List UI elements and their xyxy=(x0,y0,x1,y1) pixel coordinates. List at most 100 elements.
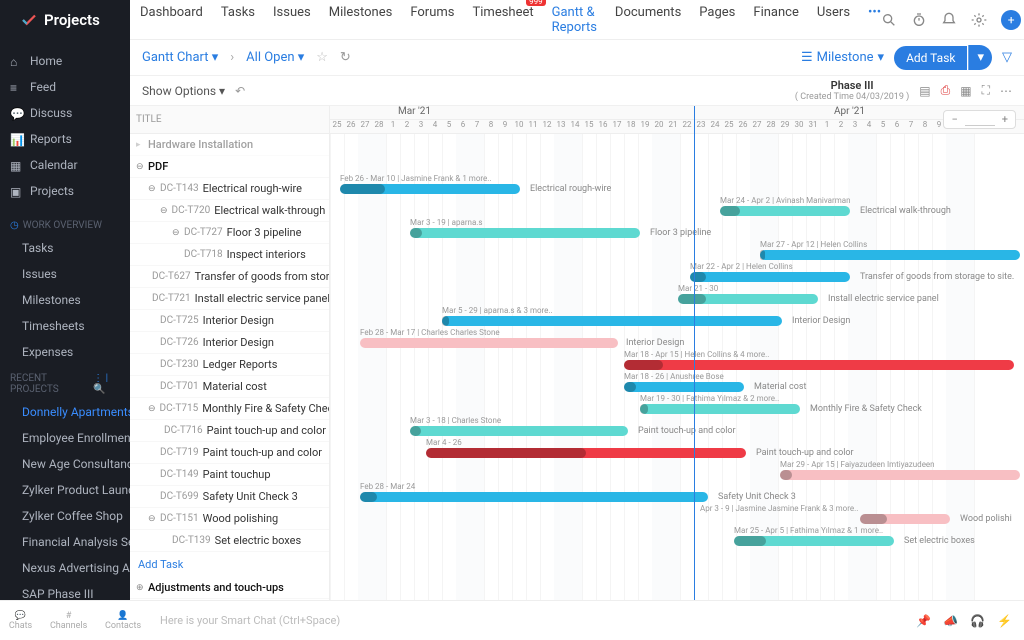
task-row[interactable]: DC-T627Transfer of goods from storage to xyxy=(130,266,329,288)
nav-documents[interactable]: Documents xyxy=(615,5,681,35)
recent-project[interactable]: Nexus Advertising Agen xyxy=(0,555,130,581)
recent-project[interactable]: Financial Analysis Secon xyxy=(0,529,130,555)
gantt-bar[interactable] xyxy=(734,536,894,546)
zoom-in-icon[interactable]: + xyxy=(999,113,1011,126)
task-row[interactable]: DC-T721Install electric service panel xyxy=(130,288,329,310)
task-row[interactable]: ▸Hardware Installation xyxy=(130,134,329,156)
gantt-bar[interactable] xyxy=(780,470,1020,480)
nav-dashboard[interactable]: Dashboard xyxy=(140,5,203,35)
nav-users[interactable]: Users xyxy=(817,5,850,35)
nav-issues[interactable]: Issues xyxy=(273,5,311,35)
task-row[interactable]: DC-T139Set electric boxes xyxy=(130,530,329,552)
task-row[interactable]: ⊖DC-T715Monthly Fire & Safety Check xyxy=(130,398,329,420)
task-row[interactable]: DC-T719Paint touch-up and color xyxy=(130,442,329,464)
recent-project[interactable]: SAP Phase III xyxy=(0,581,130,600)
task-row[interactable]: ⊖PDF xyxy=(130,156,329,178)
nav-tasks[interactable]: Tasks xyxy=(221,5,255,35)
view-select[interactable]: Gantt Chart ▾ xyxy=(142,50,218,65)
headset-icon[interactable]: 🎧 xyxy=(970,614,985,628)
gantt-bar[interactable] xyxy=(624,360,1014,370)
gantt-bar[interactable] xyxy=(720,206,850,216)
task-row[interactable]: ⊖DC-T727Floor 3 pipeline xyxy=(130,222,329,244)
nav-more[interactable]: ••• xyxy=(868,5,881,35)
task-row[interactable]: DC-T230Ledger Reports xyxy=(130,354,329,376)
gantt-bar[interactable] xyxy=(640,404,800,414)
fullscreen-icon[interactable]: ⛶ xyxy=(982,83,990,98)
recent-project[interactable]: New Age Consultancy xyxy=(0,451,130,477)
bottom-tab-contacts[interactable]: 👤Contacts xyxy=(105,611,141,631)
task-row[interactable]: ⊖DC-T720Electrical walk-through xyxy=(130,200,329,222)
app-logo[interactable]: Projects xyxy=(20,11,100,29)
add-task-button[interactable]: Add Task xyxy=(894,46,967,70)
gantt-bar[interactable] xyxy=(442,316,782,326)
view-bars-icon[interactable]: ▤ xyxy=(919,84,930,98)
zoom-control[interactable]: − + xyxy=(943,110,1016,129)
task-row[interactable]: ⊖DC-T151Wood polishing xyxy=(130,508,329,530)
quick-add-button[interactable]: + xyxy=(1001,10,1021,30)
gantt-bar[interactable] xyxy=(410,426,628,436)
add-task-dropdown[interactable]: ▾ xyxy=(968,45,992,70)
gantt-bar[interactable] xyxy=(678,294,818,304)
star-icon[interactable]: ☆ xyxy=(316,50,328,65)
announce-icon[interactable]: 📣 xyxy=(943,614,958,628)
gantt-bar[interactable] xyxy=(690,272,850,282)
bolt-icon[interactable]: ⚡ xyxy=(997,614,1012,628)
nav-gantt-reports[interactable]: Gantt & Reports xyxy=(552,5,597,35)
sidebar-reports[interactable]: 📊Reports xyxy=(0,126,130,152)
sidebar-projects[interactable]: ▣Projects xyxy=(0,178,130,204)
gantt-bar[interactable] xyxy=(624,382,744,392)
sidebar-timesheets[interactable]: Timesheets xyxy=(0,313,130,339)
smart-chat-input[interactable]: Here is your Smart Chat (Ctrl+Space) xyxy=(150,614,916,627)
export-pdf-icon[interactable]: ⎙ xyxy=(941,83,951,98)
gantt-bar[interactable] xyxy=(410,228,640,238)
bottom-tab-channels[interactable]: #Channels xyxy=(50,611,87,631)
nav-finance[interactable]: Finance xyxy=(753,5,798,35)
search-icon[interactable] xyxy=(881,12,897,28)
sidebar-milestones[interactable]: Milestones xyxy=(0,287,130,313)
task-row[interactable]: DC-T699Safety Unit Check 3 xyxy=(130,486,329,508)
task-row[interactable]: DC-T149Paint touchup xyxy=(130,464,329,486)
task-row[interactable]: DC-T725Interior Design xyxy=(130,310,329,332)
filter-select[interactable]: All Open ▾ xyxy=(246,50,304,65)
nav-milestones[interactable]: Milestones xyxy=(329,5,393,35)
nav-pages[interactable]: Pages xyxy=(699,5,735,35)
refresh-icon[interactable]: ↻ xyxy=(340,50,351,65)
hamburger-icon[interactable] xyxy=(8,10,12,30)
add-task-link[interactable]: Add Task xyxy=(130,552,329,577)
bell-icon[interactable] xyxy=(941,12,957,28)
recent-project[interactable]: Zylker Coffee Shop xyxy=(0,503,130,529)
sidebar-tasks[interactable]: Tasks xyxy=(0,235,130,261)
sidebar-calendar[interactable]: ▦Calendar xyxy=(0,152,130,178)
gantt-bar[interactable] xyxy=(360,338,618,348)
gantt-chart[interactable]: Mar '21Apr '21 2526272812345678910111213… xyxy=(330,106,1024,600)
recent-project[interactable]: Zylker Product Launch xyxy=(0,477,130,503)
bottom-tab-chats[interactable]: 💬Chats xyxy=(9,611,32,631)
sidebar-issues[interactable]: Issues xyxy=(0,261,130,287)
task-row[interactable]: DC-T726Interior Design xyxy=(130,332,329,354)
zoom-out-icon[interactable]: − xyxy=(948,113,960,126)
calendar-icon[interactable]: ▦ xyxy=(960,84,971,98)
gantt-bar[interactable] xyxy=(360,492,708,502)
sidebar-feed[interactable]: ≡Feed xyxy=(0,74,130,100)
nav-timesheet[interactable]: Timesheet999 xyxy=(473,5,534,35)
task-row[interactable]: DC-T716Paint touch-up and color xyxy=(130,420,329,442)
more-icon[interactable]: ⋯ xyxy=(1000,84,1012,98)
sidebar-expenses[interactable]: Expenses xyxy=(0,339,130,365)
gantt-bar[interactable] xyxy=(340,184,520,194)
gantt-bar[interactable] xyxy=(426,448,746,458)
show-options-toggle[interactable]: Show Options ▾ xyxy=(142,84,225,98)
task-row[interactable]: ⊖DC-T143Electrical rough-wire xyxy=(130,178,329,200)
settings-icon[interactable] xyxy=(971,12,987,28)
gantt-bar[interactable] xyxy=(860,514,950,524)
filter-icon[interactable]: ▽ xyxy=(1002,50,1012,65)
sidebar-home[interactable]: ⌂Home xyxy=(0,48,130,74)
recent-project[interactable]: Employee Enrollment xyxy=(0,425,130,451)
undo-icon[interactable]: ↶ xyxy=(235,84,245,98)
pin-icon[interactable]: 📌 xyxy=(916,614,931,628)
nav-forums[interactable]: Forums xyxy=(410,5,454,35)
task-row[interactable]: DC-T718Inspect interiors xyxy=(130,244,329,266)
timer-icon[interactable] xyxy=(911,12,927,28)
recent-project[interactable]: Donnelly Apartments C xyxy=(0,399,130,425)
task-row[interactable]: DC-T701Material cost xyxy=(130,376,329,398)
task-row[interactable]: ⊕Adjustments and touch-ups xyxy=(130,577,329,599)
